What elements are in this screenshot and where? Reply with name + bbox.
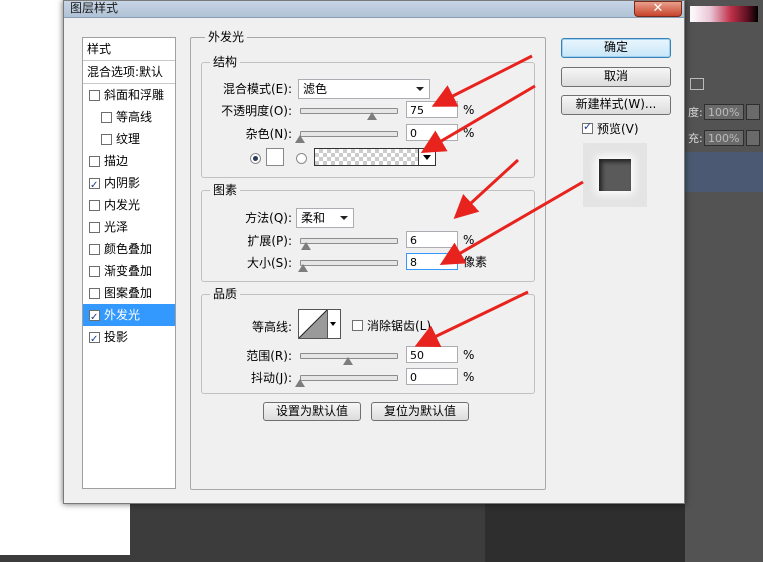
annotation-arrows: [414, 54, 584, 348]
annotation-arrow: [414, 290, 529, 348]
annotation-arrow: [453, 158, 520, 220]
annotation-arrow: [439, 180, 584, 266]
annotation-arrow: [420, 84, 536, 154]
